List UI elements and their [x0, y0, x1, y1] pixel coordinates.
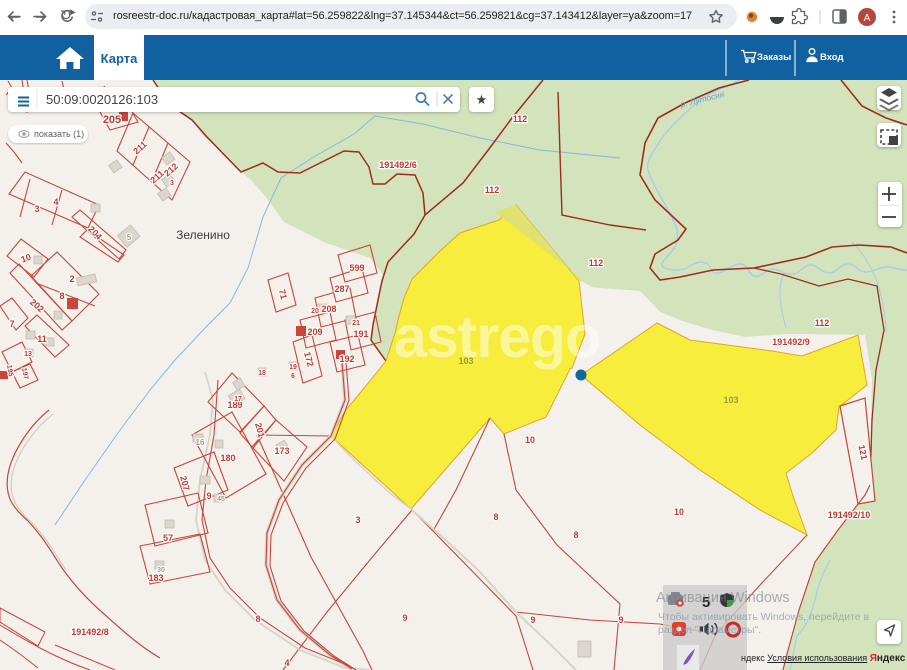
svg-text:208: 208	[321, 304, 336, 314]
svg-text:3: 3	[170, 180, 174, 187]
svg-text:103: 103	[723, 395, 738, 405]
svg-text:112: 112	[485, 185, 500, 195]
svg-text:13: 13	[24, 351, 32, 358]
svg-text:18: 18	[258, 370, 266, 377]
svg-text:209: 209	[307, 327, 322, 337]
svg-text:11: 11	[37, 334, 47, 344]
svg-text:7: 7	[9, 319, 14, 329]
svg-text:21: 21	[352, 320, 360, 327]
svg-text:17: 17	[234, 396, 242, 403]
svg-text:8: 8	[59, 291, 64, 301]
svg-text:8: 8	[573, 530, 578, 540]
svg-text:191492/10: 191492/10	[828, 510, 871, 520]
svg-text:astrego: astrego	[394, 304, 600, 370]
svg-text:191: 191	[353, 329, 368, 339]
svg-text:16: 16	[196, 438, 205, 447]
svg-text:20: 20	[311, 308, 319, 315]
svg-text:45: 45	[217, 496, 225, 503]
svg-text:2: 2	[69, 274, 74, 284]
svg-text:9: 9	[530, 615, 535, 625]
svg-text:5: 5	[127, 233, 132, 242]
svg-text:Вход: Вход	[820, 52, 844, 63]
svg-text:3: 3	[355, 515, 360, 525]
svg-text:191492/8: 191492/8	[71, 627, 109, 637]
svg-text:180: 180	[220, 453, 235, 463]
svg-text:112: 112	[513, 114, 528, 124]
svg-text:4: 4	[284, 658, 289, 668]
svg-text:10: 10	[525, 435, 535, 445]
svg-text:6: 6	[291, 373, 295, 380]
svg-text:112: 112	[589, 258, 604, 268]
svg-text:599: 599	[349, 263, 364, 273]
svg-text:191492/9: 191492/9	[772, 337, 810, 347]
svg-text:Зеленино: Зеленино	[176, 228, 230, 242]
svg-text:9: 9	[402, 613, 407, 623]
svg-text:57: 57	[163, 533, 173, 543]
svg-text:19: 19	[289, 364, 297, 371]
svg-text:10: 10	[674, 507, 684, 517]
svg-text:173: 173	[274, 446, 289, 456]
svg-text:8: 8	[493, 512, 498, 522]
svg-text:3: 3	[34, 204, 39, 214]
svg-text:9: 9	[618, 615, 623, 625]
svg-text:112: 112	[815, 318, 830, 328]
svg-text:Заказы: Заказы	[757, 52, 791, 63]
svg-text:183: 183	[148, 573, 163, 583]
svg-text:192: 192	[339, 354, 354, 364]
svg-text:9: 9	[206, 491, 211, 501]
svg-text:A: A	[864, 13, 871, 24]
svg-text:287: 287	[334, 284, 349, 294]
svg-text:8: 8	[255, 614, 260, 624]
svg-text:191492/6: 191492/6	[379, 160, 417, 170]
svg-text:4: 4	[53, 197, 58, 207]
